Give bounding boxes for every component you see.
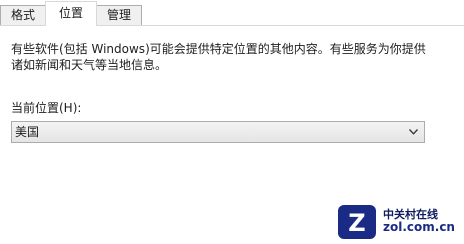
current-location-label: 当前位置(H): — [11, 101, 82, 115]
logo-badge-letter: Z — [348, 209, 365, 237]
description-line-2: 诸如新闻和天气等当地信息。 — [11, 58, 168, 72]
zol-logo-icon: Z — [338, 205, 376, 239]
current-location-value: 美国 — [15, 125, 40, 139]
tab-location[interactable]: 位置 — [45, 1, 97, 26]
tab-strip: 格式 位置 管理 — [0, 0, 464, 26]
chevron-down-icon — [409, 129, 418, 135]
tab-formats[interactable]: 格式 — [0, 5, 46, 26]
current-location-select[interactable]: 美国 — [11, 121, 425, 143]
location-description: 有些软件(包括 Windows)可能会提供特定位置的其他内容。有些服务为你提供 … — [11, 41, 457, 73]
tab-administrative[interactable]: 管理 — [96, 5, 142, 26]
zol-watermark: Z 中关村在线 zol.com.cn — [337, 200, 461, 242]
watermark-domain: zol.com.cn — [383, 220, 455, 234]
description-line-1: 有些软件(包括 Windows)可能会提供特定位置的其他内容。有些服务为你提供 — [11, 42, 426, 56]
